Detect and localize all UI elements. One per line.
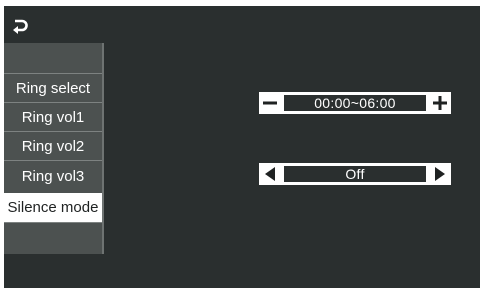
sidebar-item-ring-vol1[interactable]: Ring vol1 [4, 102, 102, 131]
back-button[interactable] [9, 15, 31, 37]
silence-mode-selector: Off [259, 163, 451, 185]
sidebar-item-ring-vol2[interactable]: Ring vol2 [4, 131, 102, 160]
sidebar-item-label: Ring vol1 [21, 108, 85, 126]
time-range-stepper: 00:00~06:00 [259, 92, 451, 114]
sidebar-item-silence-mode[interactable]: Silence mode [4, 193, 102, 222]
return-arrow-icon [13, 19, 28, 34]
sidebar-empty-slot [4, 222, 102, 254]
previous-option-button[interactable] [259, 163, 281, 185]
sidebar-item-label: Ring vol3 [21, 167, 85, 185]
increment-button[interactable] [429, 92, 451, 114]
minus-icon [263, 101, 277, 105]
sidebar-item-label: Silence mode [7, 199, 99, 216]
sidebar-item-label: Ring select [15, 79, 91, 97]
triangle-right-icon [435, 167, 445, 181]
plus-icon [433, 96, 447, 110]
decrement-button[interactable] [259, 92, 281, 114]
sidebar-item-ring-select[interactable]: Ring select [4, 73, 102, 102]
sidebar-item-label: Ring vol2 [21, 137, 85, 155]
silence-mode-value: Off [283, 165, 427, 183]
sidebar: Ring select Ring vol1 Ring vol2 Ring vol… [4, 43, 104, 254]
next-option-button[interactable] [429, 163, 451, 185]
triangle-left-icon [265, 167, 275, 181]
time-range-value: 00:00~06:00 [283, 94, 427, 112]
sidebar-item-ring-vol3[interactable]: Ring vol3 [4, 160, 102, 191]
settings-screen: Ring select Ring vol1 Ring vol2 Ring vol… [4, 6, 480, 288]
